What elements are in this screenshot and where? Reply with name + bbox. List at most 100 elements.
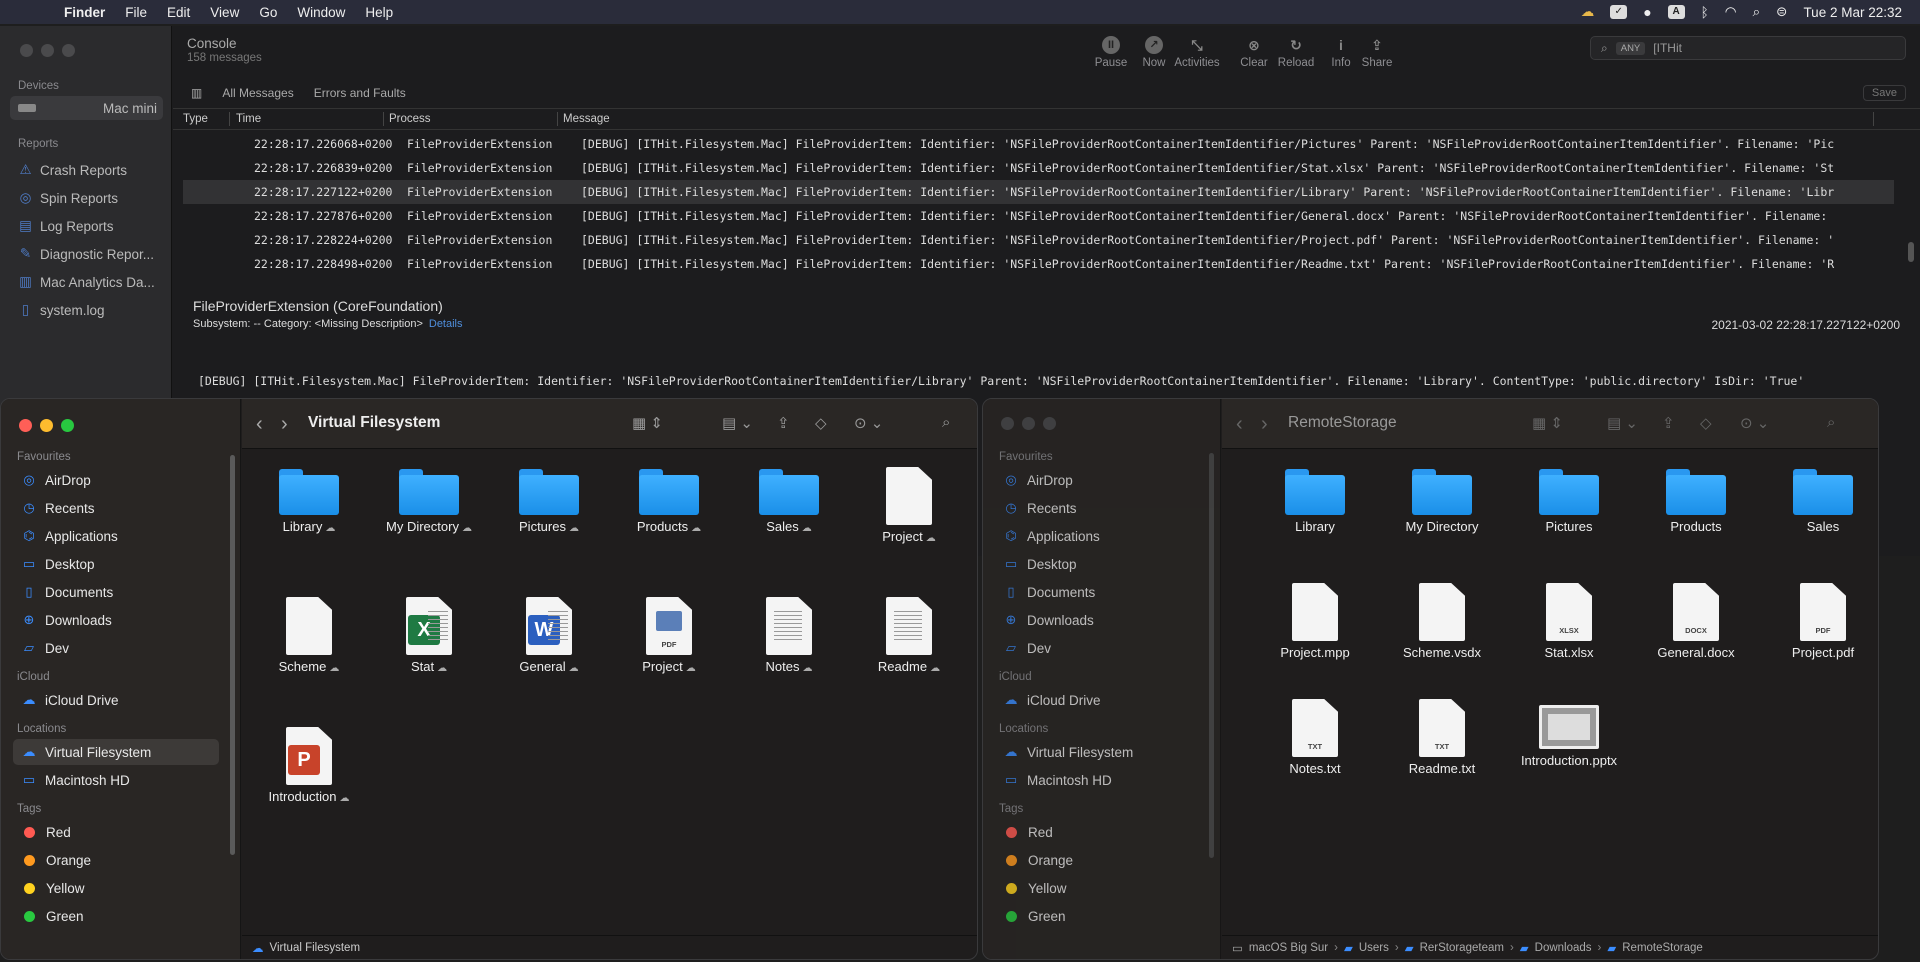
spotlight-search-icon[interactable]: ⌕	[1753, 4, 1761, 20]
search-scope-dropdown[interactable]: ANY	[1615, 41, 1646, 55]
close-button[interactable]	[1001, 417, 1014, 430]
path-segment[interactable]: Downloads	[1535, 942, 1592, 954]
file-item[interactable]: Readme ☁	[849, 597, 969, 674]
sidebar-item-downloads[interactable]: ⊕ Downloads	[995, 607, 1199, 633]
file-item[interactable]: Sales	[1763, 467, 1878, 534]
file-item[interactable]: PDF Project ☁	[609, 597, 729, 674]
sidebar-item-virtual-filesystem[interactable]: ☁ Virtual Filesystem	[13, 739, 219, 765]
bluetooth-icon[interactable]: ᛒ	[1701, 5, 1709, 20]
search-icon[interactable]: ⌕	[1827, 414, 1835, 431]
zoom-button[interactable]	[1043, 417, 1056, 430]
forward-icon[interactable]: ›	[281, 413, 288, 436]
close-button[interactable]	[20, 44, 33, 57]
icon-view-toggle-icon[interactable]: ▦ ⇕	[632, 414, 663, 432]
sidebar-item-applications[interactable]: ⌬ Applications	[995, 523, 1199, 549]
log-row[interactable]: 22:28:17.228498+0200 FileProviderExtensio…	[183, 252, 1894, 276]
tag-orange[interactable]: Orange	[13, 847, 213, 873]
tag-icon[interactable]: ◇	[815, 414, 827, 432]
file-item[interactable]: XLSX Stat.xlsx	[1509, 583, 1629, 660]
filter-all-messages[interactable]: All Messages	[222, 86, 293, 100]
sidebar-scrollbar[interactable]	[230, 455, 235, 855]
column-type[interactable]: Type	[183, 113, 208, 125]
sidebar-item-documents[interactable]: ▯ Documents	[995, 579, 1199, 605]
menu-clock[interactable]: Tue 2 Mar 22:32	[1803, 5, 1902, 20]
sidebar-item-documents[interactable]: ▯ Documents	[13, 579, 219, 605]
sidebar-item-applications[interactable]: ⌬ Applications	[13, 523, 219, 549]
tag-green[interactable]: Green	[13, 903, 213, 929]
control-center-icon[interactable]: ⊜	[1776, 4, 1787, 20]
more-actions-icon[interactable]: ⊙ ⌄	[1740, 414, 1769, 432]
save-button[interactable]: Save	[1862, 85, 1906, 101]
sidebar-item-dev[interactable]: ▱ Dev	[13, 635, 219, 661]
file-item[interactable]: DOCX General.docx	[1636, 583, 1756, 660]
menu-view[interactable]: View	[200, 5, 249, 20]
sidebar-item-airdrop[interactable]: ◎ AirDrop	[13, 467, 219, 493]
path-segment[interactable]: Virtual Filesystem	[270, 942, 361, 954]
file-item[interactable]: X Stat ☁	[369, 597, 489, 674]
column-process[interactable]: Process	[389, 113, 431, 125]
toolbar-reload-button[interactable]: ↻ Reload	[1271, 36, 1321, 69]
device-mac-mini[interactable]: Mac mini	[10, 96, 163, 120]
log-scrollbar[interactable]	[1908, 242, 1914, 262]
file-item[interactable]: Sales ☁	[729, 467, 849, 534]
file-item[interactable]: Pictures ☁	[489, 467, 609, 534]
file-item[interactable]: W General ☁	[489, 597, 609, 674]
close-button[interactable]	[19, 419, 32, 432]
sidebar-item-macintosh-hd[interactable]: ▭ Macintosh HD	[995, 767, 1199, 793]
sidebar-item-recents[interactable]: ◷ Recents	[13, 495, 219, 521]
minimize-button[interactable]	[1022, 417, 1035, 430]
minimize-button[interactable]	[40, 419, 53, 432]
file-item[interactable]: Introduction.pptx	[1509, 699, 1629, 768]
file-item[interactable]: TXT Readme.txt	[1382, 699, 1502, 776]
sidebar-item-macintosh-hd[interactable]: ▭ Macintosh HD	[13, 767, 219, 793]
sidebar-toggle-icon[interactable]: ▥	[191, 86, 202, 100]
log-row[interactable]: 22:28:17.228224+0200 FileProviderExtensio…	[183, 228, 1894, 252]
path-segment[interactable]: Users	[1359, 942, 1389, 954]
menu-file[interactable]: File	[115, 5, 157, 20]
tag-green[interactable]: Green	[995, 903, 1195, 929]
share-icon[interactable]: ⇪	[777, 414, 790, 432]
share-icon[interactable]: ⇪	[1662, 414, 1675, 432]
report-crash[interactable]: ⚠ Crash Reports	[18, 158, 166, 182]
file-item[interactable]: Products ☁	[609, 467, 729, 534]
sidebar-item-desktop[interactable]: ▭ Desktop	[995, 551, 1199, 577]
tag-red[interactable]: Red	[995, 819, 1195, 845]
group-by-icon[interactable]: ▤ ⌄	[722, 414, 753, 432]
file-item[interactable]: Library ☁	[249, 467, 369, 534]
zoom-button[interactable]	[62, 44, 75, 57]
log-row[interactable]: 22:28:17.227122+0200 FileProviderExtensio…	[183, 180, 1894, 204]
icon-view-toggle-icon[interactable]: ▦ ⇕	[1532, 414, 1563, 432]
file-item[interactable]: Library	[1255, 467, 1375, 534]
menu-help[interactable]: Help	[355, 5, 403, 20]
path-segment[interactable]: RemoteStorage	[1622, 942, 1703, 954]
sidebar-item-icloud-drive[interactable]: ☁ iCloud Drive	[13, 687, 219, 713]
group-by-icon[interactable]: ▤ ⌄	[1607, 414, 1638, 432]
toolbar-activities-button[interactable]: ⤡ Activities	[1172, 36, 1222, 69]
path-segment[interactable]: macOS Big Sur	[1249, 942, 1328, 954]
log-row[interactable]: 22:28:17.226068+0200 FileProviderExtensio…	[183, 132, 1894, 156]
column-message[interactable]: Message	[563, 113, 610, 125]
file-item[interactable]: Project.mpp	[1255, 583, 1375, 660]
menu-edit[interactable]: Edit	[157, 5, 200, 20]
file-item[interactable]: Products	[1636, 467, 1756, 534]
column-time[interactable]: Time	[236, 113, 261, 125]
tag-icon[interactable]: ◇	[1700, 414, 1712, 432]
report-diagnostic[interactable]: ✎ Diagnostic Repor...	[18, 242, 166, 266]
sidebar-item-downloads[interactable]: ⊕ Downloads	[13, 607, 219, 633]
file-item[interactable]: Project ☁	[849, 467, 969, 544]
tag-red[interactable]: Red	[13, 819, 213, 845]
details-link[interactable]: Details	[429, 318, 463, 330]
menu-app-finder[interactable]: Finder	[54, 5, 115, 20]
tag-yellow[interactable]: Yellow	[13, 875, 213, 901]
input-source-icon[interactable]: A	[1667, 5, 1685, 19]
file-item[interactable]: My Directory ☁	[369, 467, 489, 534]
sidebar-item-desktop[interactable]: ▭ Desktop	[13, 551, 219, 577]
back-icon[interactable]: ‹	[1236, 413, 1243, 436]
more-actions-icon[interactable]: ⊙ ⌄	[854, 414, 883, 432]
report-spin[interactable]: ◎ Spin Reports	[18, 186, 166, 210]
file-item[interactable]: Scheme.vsdx	[1382, 583, 1502, 660]
filter-errors-faults[interactable]: Errors and Faults	[314, 86, 406, 100]
back-icon[interactable]: ‹	[256, 413, 263, 436]
menu-window[interactable]: Window	[287, 5, 355, 20]
sidebar-scrollbar[interactable]	[1209, 453, 1214, 858]
